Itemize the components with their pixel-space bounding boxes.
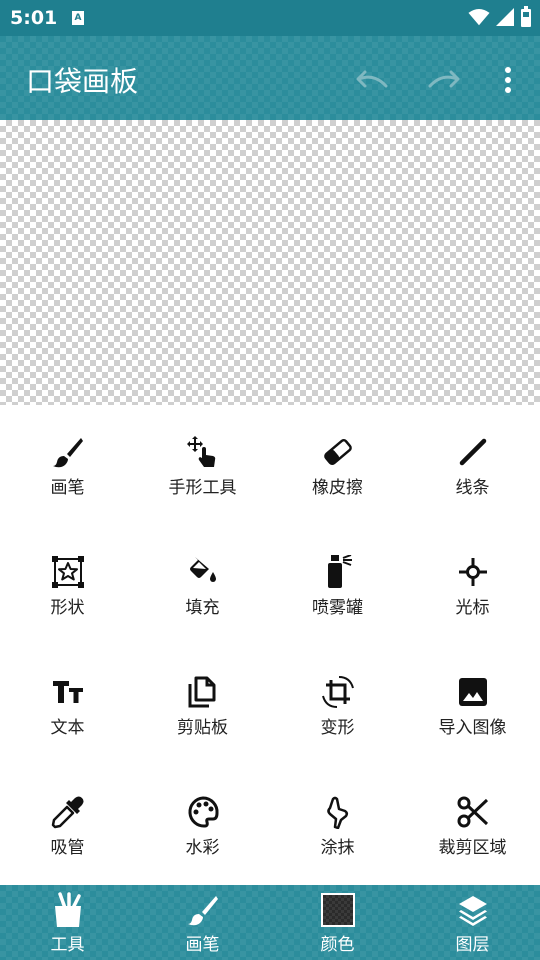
tool-label: 变形: [320, 718, 355, 738]
battery-icon: [521, 6, 531, 27]
fill-icon: [186, 555, 220, 589]
tool-spray[interactable]: 喷雾罐: [270, 525, 405, 645]
smudge-icon: [321, 795, 355, 829]
tool-label: 吸管: [50, 838, 85, 858]
redo-button[interactable]: [426, 62, 462, 98]
tool-label: 导入图像: [438, 718, 507, 738]
overflow-menu-button[interactable]: [490, 62, 526, 98]
image-icon: [456, 675, 490, 709]
layers-icon: [455, 892, 491, 928]
tool-brush[interactable]: 画笔: [0, 405, 135, 525]
pipette-icon: [51, 795, 85, 829]
tool-label: 画笔: [50, 478, 85, 498]
tool-hand[interactable]: 手形工具: [135, 405, 270, 525]
nav-layers[interactable]: 图层: [405, 885, 540, 960]
tool-import-image[interactable]: 导入图像: [405, 645, 540, 765]
color-swatch: [320, 892, 356, 928]
line-icon: [456, 435, 490, 469]
tool-cursor[interactable]: 光标: [405, 525, 540, 645]
tool-crop-area[interactable]: 裁剪区域: [405, 765, 540, 885]
redo-icon: [428, 70, 460, 88]
brush-icon: [51, 435, 85, 469]
tool-label: 裁剪区域: [438, 838, 507, 858]
eraser-icon: [321, 435, 355, 469]
tool-label: 文本: [50, 718, 85, 738]
tools-icon: [50, 892, 86, 928]
cursor-icon: [456, 555, 490, 589]
undo-button[interactable]: [354, 62, 390, 98]
nav-label: 颜色: [320, 935, 355, 955]
tool-label: 填充: [185, 598, 220, 618]
tool-shape[interactable]: 形状: [0, 525, 135, 645]
status-bar: 5:01 A: [0, 0, 540, 36]
tool-text[interactable]: 文本: [0, 645, 135, 765]
nav-tools[interactable]: 工具: [0, 885, 135, 960]
nav-color[interactable]: 颜色: [270, 885, 405, 960]
tool-label: 光标: [455, 598, 490, 618]
spray-icon: [321, 555, 355, 589]
transform-icon: [321, 675, 355, 709]
tool-watercolor[interactable]: 水彩: [135, 765, 270, 885]
brush-icon: [185, 892, 221, 928]
tool-label: 手形工具: [168, 478, 237, 498]
scissors-icon: [456, 795, 490, 829]
tool-label: 形状: [50, 598, 85, 618]
tool-line[interactable]: 线条: [405, 405, 540, 525]
status-time: 5:01: [10, 7, 58, 29]
tool-label: 喷雾罐: [312, 598, 363, 618]
palette-icon: [186, 795, 220, 829]
nav-brush[interactable]: 画笔: [135, 885, 270, 960]
tool-clipboard[interactable]: 剪贴板: [135, 645, 270, 765]
nav-label: 画笔: [185, 935, 220, 955]
undo-icon: [356, 70, 388, 88]
shape-icon: [51, 555, 85, 589]
app-bar: 口袋画板: [0, 36, 540, 120]
tool-label: 线条: [455, 478, 490, 498]
signal-icon: [495, 8, 514, 26]
tools-panel: 画笔 手形工具 橡皮擦 线条 形状 填充 喷雾罐 光标 文本 剪贴板 变形 导入…: [0, 405, 540, 885]
wifi-icon: [468, 8, 490, 26]
tool-label: 涂抹: [320, 838, 355, 858]
clipboard-icon: [186, 675, 220, 709]
bottom-nav: 工具 画笔 颜色 图层: [0, 885, 540, 960]
tool-label: 橡皮擦: [312, 478, 363, 498]
tool-label: 水彩: [185, 838, 220, 858]
status-icons: [468, 6, 532, 30]
app-title: 口袋画板: [26, 65, 139, 98]
tool-fill[interactable]: 填充: [135, 525, 270, 645]
tool-pipette[interactable]: 吸管: [0, 765, 135, 885]
nav-label: 图层: [455, 935, 490, 955]
nav-label: 工具: [50, 935, 85, 955]
current-color-swatch: [320, 893, 355, 927]
notification-icon: A: [72, 11, 84, 25]
tool-transform[interactable]: 变形: [270, 645, 405, 765]
text-icon: [51, 675, 85, 709]
drawing-canvas[interactable]: [0, 120, 540, 405]
tool-label: 剪贴板: [177, 718, 228, 738]
hand-icon: [186, 435, 220, 469]
tool-smudge[interactable]: 涂抹: [270, 765, 405, 885]
tool-eraser[interactable]: 橡皮擦: [270, 405, 405, 525]
overflow-menu-icon: [505, 67, 511, 93]
